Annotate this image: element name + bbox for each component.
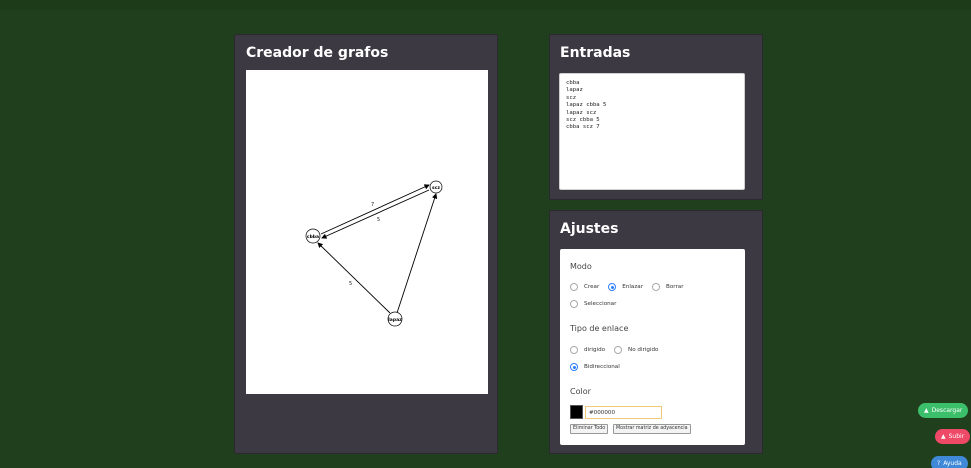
node-scz[interactable]: scz xyxy=(429,180,443,194)
link-option-dirigido[interactable]: dirigido xyxy=(570,346,605,354)
download-button[interactable]: ▲ Descargar xyxy=(918,403,969,418)
radio-bidireccional[interactable] xyxy=(570,363,578,371)
link-option-bidireccional-label: Bidireccional xyxy=(584,364,620,370)
settings-panel-title: Ajustes xyxy=(560,221,619,237)
graph-svg[interactable]: 7 5 5 cbba scz lapaz xyxy=(246,70,488,394)
node-label-lapaz: lapaz xyxy=(388,317,402,323)
mode-radio-row-1: Crear Enlazar Borrar xyxy=(570,283,693,291)
link-option-bidireccional[interactable]: Bidireccional xyxy=(570,363,620,371)
link-type-label: Tipo de enlace xyxy=(570,324,629,333)
graph-panel: Creador de grafos 7 5 5 cbba scz lapaz xyxy=(234,34,498,454)
radio-no-dirigido[interactable] xyxy=(614,346,623,354)
mode-option-seleccionar[interactable]: Seleccionar xyxy=(570,300,616,308)
edge-cbba-scz[interactable] xyxy=(320,184,430,235)
help-button[interactable]: ? Ayuda xyxy=(931,456,968,468)
edge-label-scz-cbba: 5 xyxy=(377,217,380,223)
edge-lapaz-scz[interactable] xyxy=(396,193,438,314)
edge-label-cbba-scz: 7 xyxy=(371,202,374,208)
graph-panel-title: Creador de grafos xyxy=(246,45,389,61)
mode-option-borrar[interactable]: Borrar xyxy=(652,283,684,291)
edge-lapaz-cbba[interactable] xyxy=(317,242,391,314)
color-hex-input[interactable]: #000000 xyxy=(585,406,662,419)
help-label: Ayuda xyxy=(943,460,962,467)
link-type-radio-row-2: Bidireccional xyxy=(570,363,629,371)
radio-dirigido[interactable] xyxy=(570,346,578,354)
radio-enlazar[interactable] xyxy=(608,283,617,291)
download-label: Descargar xyxy=(931,407,963,414)
mode-option-seleccionar-label: Seleccionar xyxy=(584,301,617,307)
radio-seleccionar[interactable] xyxy=(570,300,578,308)
mode-label: Modo xyxy=(570,262,592,271)
inputs-textarea[interactable]: cbba lapaz scz lapaz cbba 5 lapaz scz sc… xyxy=(559,73,745,190)
color-swatch[interactable] xyxy=(570,405,583,419)
node-lapaz[interactable]: lapaz xyxy=(387,311,403,327)
node-label-cbba: cbba xyxy=(307,234,319,240)
upload-button[interactable]: ▲ Subir xyxy=(935,429,971,444)
settings-card: Modo Crear Enlazar Borrar Seleccionar Ti… xyxy=(560,249,745,445)
node-label-scz: scz xyxy=(432,186,440,191)
mode-option-crear-label: Crear xyxy=(584,284,600,290)
radio-borrar[interactable] xyxy=(652,283,660,291)
clear-all-button[interactable]: Eliminar Todo xyxy=(570,424,609,434)
link-option-no-dirigido-label: No dirigido xyxy=(628,347,659,353)
help-icon: ? xyxy=(937,460,941,467)
mode-option-enlazar[interactable]: Enlazar xyxy=(608,283,643,291)
link-type-radio-row-1: dirigido No dirigido xyxy=(570,346,667,354)
mode-option-crear[interactable]: Crear xyxy=(570,283,599,291)
mode-radio-row-2: Seleccionar xyxy=(570,300,625,308)
mode-option-enlazar-label: Enlazar xyxy=(622,284,643,290)
settings-panel: Ajustes Modo Crear Enlazar Borrar Selecc… xyxy=(549,210,763,454)
link-option-dirigido-label: dirigido xyxy=(584,347,606,353)
edge-scz-cbba[interactable] xyxy=(321,189,430,239)
mode-option-borrar-label: Borrar xyxy=(666,284,684,290)
graph-canvas[interactable]: 7 5 5 cbba scz lapaz xyxy=(246,70,488,394)
show-matrix-button[interactable]: Mostrar matriz de adyacencia xyxy=(613,424,691,434)
color-label: Color xyxy=(570,387,591,396)
top-bar xyxy=(0,0,971,10)
node-cbba[interactable]: cbba xyxy=(305,228,321,244)
upload-icon: ▲ xyxy=(941,433,946,440)
download-icon: ▲ xyxy=(924,407,929,414)
inputs-panel: Entradas cbba lapaz scz lapaz cbba 5 lap… xyxy=(549,34,763,200)
radio-crear[interactable] xyxy=(570,283,578,291)
inputs-panel-title: Entradas xyxy=(560,45,631,61)
link-option-no-dirigido[interactable]: No dirigido xyxy=(614,346,658,354)
upload-label: Subir xyxy=(948,433,965,440)
edge-label-lapaz-cbba: 5 xyxy=(349,281,352,287)
